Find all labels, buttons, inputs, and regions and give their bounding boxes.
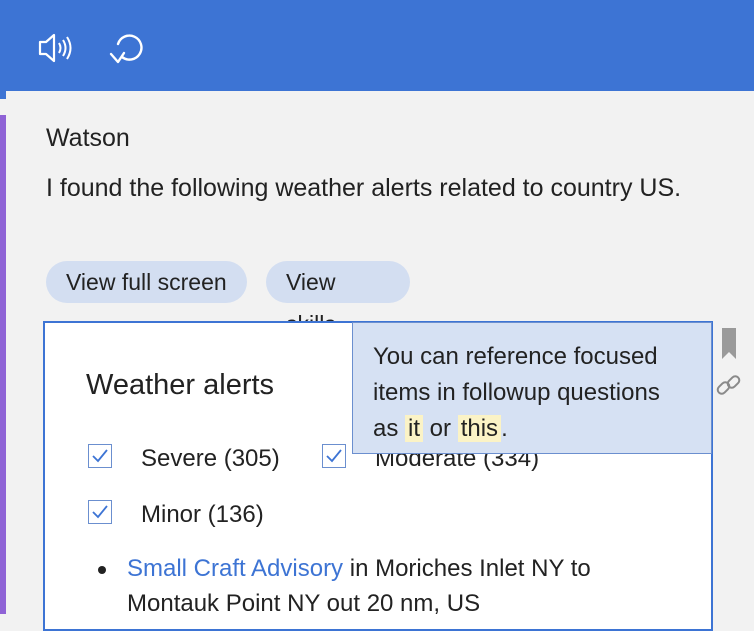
focus-tooltip: You can reference focused items in follo… [352,322,712,454]
speaker-button[interactable] [36,28,76,68]
view-full-screen-button[interactable]: View full screen [46,261,247,303]
minor-checkbox[interactable] [88,500,112,524]
checkmark-icon [92,505,108,519]
tooltip-text-or: or [423,415,458,442]
view-skills-button[interactable]: View skills [266,261,410,337]
card-title: Weather alerts [86,369,275,401]
tooltip-period: . [501,415,508,442]
checkmark-icon [326,449,342,463]
message-accent-bar [0,115,6,614]
checkmark-icon [92,449,108,463]
bullet [98,566,106,574]
speaker-icon [38,33,72,63]
message-text: I found the following weather alerts rel… [46,174,682,202]
toolbar-edge [0,91,6,99]
tooltip-keyword-this: this [457,415,502,442]
severe-checkbox[interactable] [88,444,112,468]
refresh-button[interactable] [108,28,148,68]
refresh-icon [109,34,143,64]
link-icon[interactable] [715,372,743,400]
alert-link[interactable]: Small Craft Advisory [127,555,343,582]
moderate-checkbox[interactable] [322,444,346,468]
list-item: Small Craft Advisory in Moriches Inlet N… [127,551,667,621]
severe-label: Severe (305) [141,445,280,472]
minor-label: Minor (136) [141,501,264,528]
message-author: Watson [46,124,130,152]
tooltip-keyword-it: it [405,415,424,442]
bookmark-icon[interactable] [721,328,737,360]
